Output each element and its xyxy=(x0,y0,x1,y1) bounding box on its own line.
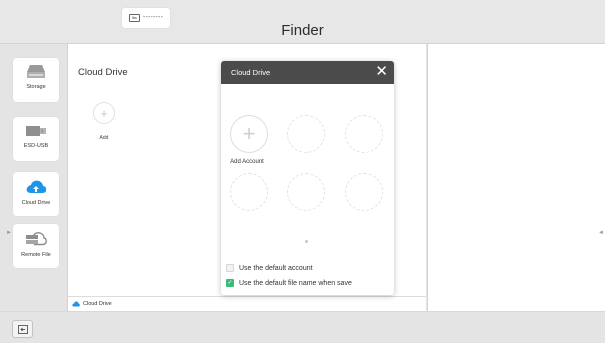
check-icon: ✓ xyxy=(227,280,233,286)
sidebar-item-label: ESD-USB xyxy=(23,143,49,149)
add-label: Add xyxy=(99,135,109,141)
sidebar: Storage ESD-USB Cloud Drive Remote File … xyxy=(0,44,68,311)
account-slot[interactable] xyxy=(287,173,325,211)
window-title: Finder xyxy=(281,22,324,39)
dialog-header: Cloud Drive ✕ xyxy=(221,61,394,84)
content-title: Cloud Drive xyxy=(78,67,128,78)
sidebar-item-label: Cloud Drive xyxy=(21,200,51,206)
option-label: Use the default file name when save xyxy=(239,279,352,287)
tab-chip-dots: -------- xyxy=(142,14,164,21)
expand-right-pane-arrow-icon[interactable]: ◄ xyxy=(598,230,604,236)
cloud-drive-dialog: Cloud Drive ✕ + Add Account Use the defa… xyxy=(221,61,394,295)
close-icon[interactable]: ✕ xyxy=(375,63,388,81)
sidebar-item-label: Remote File xyxy=(21,252,51,258)
top-bar: lbs -------- Finder xyxy=(0,0,605,44)
sidebar-item-label: Storage xyxy=(26,84,46,90)
right-pane: ◄ xyxy=(427,44,605,311)
sidebar-item-remote-file[interactable]: Remote File xyxy=(13,224,59,268)
collapse-sidebar-arrow-icon[interactable]: ► xyxy=(6,230,12,236)
bottom-bar xyxy=(0,311,605,343)
account-slot[interactable] xyxy=(287,115,325,153)
account-slot[interactable] xyxy=(345,173,383,211)
remote-file-icon xyxy=(26,232,47,246)
sidebar-item-esd-usb[interactable]: ESD-USB xyxy=(13,117,59,161)
sidebar-item-storage[interactable]: Storage xyxy=(13,58,59,102)
account-slot[interactable] xyxy=(345,115,383,153)
option-label: Use the default account xyxy=(239,264,313,272)
sidebar-item-cloud-drive[interactable]: Cloud Drive xyxy=(13,172,59,216)
path-bar: Cloud Drive xyxy=(68,296,426,311)
dialog-title: Cloud Drive xyxy=(231,68,271,77)
account-slot[interactable] xyxy=(230,173,268,211)
add-account-button[interactable]: + xyxy=(230,115,268,153)
exit-button[interactable] xyxy=(12,320,33,338)
cloud-icon xyxy=(72,301,80,307)
usb-drive-icon xyxy=(26,126,46,136)
cloud-upload-icon xyxy=(26,180,47,193)
tab-chip-box: lbs xyxy=(128,14,140,22)
plus-icon: + xyxy=(100,105,108,121)
add-account-label: Add Account xyxy=(230,159,264,165)
option-default-account[interactable]: Use the default account xyxy=(226,264,313,272)
path-label[interactable]: Cloud Drive xyxy=(83,301,112,307)
exit-icon xyxy=(17,324,28,334)
pager-dot[interactable] xyxy=(305,240,308,243)
checkbox-checked[interactable]: ✓ xyxy=(226,279,234,287)
add-button[interactable]: + xyxy=(93,102,115,124)
plus-icon: + xyxy=(242,121,256,146)
checkbox[interactable] xyxy=(226,264,234,272)
hard-drive-icon xyxy=(27,65,45,78)
option-default-file-name[interactable]: ✓ Use the default file name when save xyxy=(226,279,352,287)
